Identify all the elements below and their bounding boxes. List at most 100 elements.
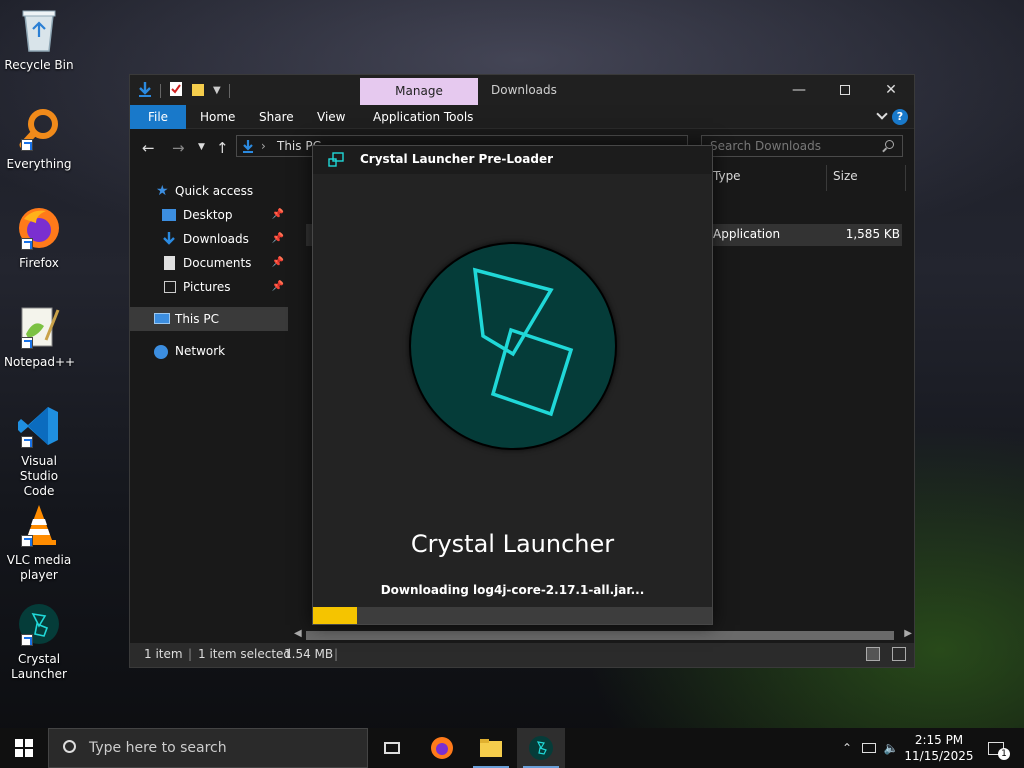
manage-context-tab[interactable]: Manage [360, 78, 478, 105]
pin-icon[interactable]: 📌 [272, 203, 284, 227]
network-tray-icon[interactable] [858, 728, 880, 768]
taskbar-clock[interactable]: 2:15 PM 11/15/2025 [904, 732, 974, 764]
desktop-icon-label: VLC media player [6, 553, 72, 582]
toolbar-divider [160, 83, 161, 98]
network-icon [154, 345, 168, 359]
download-arrow-icon [138, 81, 152, 100]
star-icon: ★ [156, 183, 169, 199]
tab-share[interactable]: Share [259, 105, 294, 129]
tab-view[interactable]: View [317, 105, 345, 129]
status-item-count: 1 item [144, 647, 183, 661]
help-icon[interactable]: ? [892, 109, 908, 125]
desktop-icon-vscode[interactable]: Visual Studio Code [4, 402, 74, 499]
shortcut-arrow-icon [21, 634, 33, 646]
close-button[interactable]: ✕ [868, 75, 914, 105]
column-header-size[interactable]: Size [833, 169, 858, 183]
download-arrow-icon [242, 139, 254, 156]
desktop-icon-label: Recycle Bin [4, 58, 74, 72]
column-header-type[interactable]: Type [713, 169, 741, 183]
explorer-titlebar[interactable]: ▼ Manage Downloads — ✕ [130, 75, 914, 105]
tab-home[interactable]: Home [200, 105, 235, 129]
nav-network[interactable]: Network [130, 339, 288, 363]
crystal-launcher-icon [327, 152, 345, 168]
nav-label: Documents [183, 256, 252, 270]
taskbar-file-explorer[interactable] [467, 728, 515, 768]
firefox-icon [15, 204, 63, 252]
search-icon [63, 740, 76, 753]
desktop-icon-vlc[interactable]: VLC media player [4, 501, 74, 583]
maximize-button[interactable] [822, 75, 868, 105]
preloader-status-text: Downloading log4j-core-2.17.1-all.jar... [380, 583, 645, 597]
desktop-icon-label: Notepad++ [4, 355, 76, 369]
scrollbar-thumb[interactable] [306, 631, 894, 640]
crystal-launcher-icon [15, 600, 63, 648]
desktop-icon-crystal-launcher[interactable]: Crystal Launcher [4, 600, 74, 682]
taskbar-search-input[interactable]: Type here to search [48, 728, 368, 768]
nav-quick-access[interactable]: ★ Quick access [130, 179, 288, 203]
column-divider[interactable] [905, 165, 906, 191]
horizontal-scrollbar[interactable]: ◀ ▶ [292, 628, 914, 642]
task-view-button[interactable] [368, 728, 416, 768]
search-input[interactable]: Search Downloads [701, 135, 903, 157]
shortcut-arrow-icon [21, 139, 33, 151]
file-size: 1,585 KB [845, 227, 900, 241]
pin-icon[interactable]: 📌 [272, 251, 284, 275]
taskbar-crystal-launcher[interactable] [517, 728, 565, 768]
folder-icon [480, 739, 502, 757]
taskbar-firefox[interactable] [418, 728, 466, 768]
vscode-icon [15, 402, 63, 450]
toolbar-divider [228, 83, 230, 98]
windows-logo-icon [15, 739, 33, 757]
preloader-title: Crystal Launcher Pre-Loader [360, 152, 554, 166]
scroll-right-icon[interactable]: ▶ [904, 628, 912, 639]
volume-tray-icon[interactable]: 🔈 [880, 728, 902, 768]
desktop-icon-label: Everything [6, 157, 72, 171]
breadcrumb-chevron-icon[interactable]: › [261, 139, 266, 153]
show-hidden-icons-button[interactable]: ⌃ [836, 728, 858, 768]
nav-documents[interactable]: Documents 📌 [130, 251, 288, 275]
magnifier-icon [15, 105, 63, 153]
pin-icon[interactable]: 📌 [272, 275, 284, 299]
forward-arrow-icon[interactable]: → [172, 139, 185, 157]
preloader-titlebar[interactable]: Crystal Launcher Pre-Loader [313, 146, 712, 174]
desktop-icon-label: Firefox [19, 256, 59, 270]
nav-this-pc[interactable]: This PC [130, 307, 288, 331]
large-icons-view-icon[interactable] [892, 647, 906, 661]
column-divider[interactable] [826, 165, 827, 191]
desktop-icon-recycle-bin[interactable]: Recycle Bin [4, 6, 74, 73]
up-arrow-icon[interactable]: ↑ [216, 139, 229, 157]
preloader-dialog[interactable]: Crystal Launcher Pre-Loader Crystal Laun… [312, 145, 713, 625]
details-view-icon[interactable] [866, 647, 880, 661]
nav-label: This PC [175, 312, 219, 326]
customize-toolbar-chevron-icon[interactable]: ▼ [213, 85, 221, 96]
minimize-button[interactable]: — [776, 75, 822, 105]
nav-desktop[interactable]: Desktop 📌 [130, 203, 288, 227]
scroll-left-icon[interactable]: ◀ [294, 628, 302, 639]
pin-icon[interactable]: 📌 [272, 227, 284, 251]
desktop-icon-notepadpp[interactable]: Notepad++ [4, 303, 76, 370]
nav-label: Desktop [183, 208, 233, 222]
tab-application-tools[interactable]: Application Tools [373, 105, 473, 129]
desktop-icon-firefox[interactable]: Firefox [4, 204, 74, 271]
expand-ribbon-chevron-icon[interactable] [876, 108, 888, 120]
nav-pictures[interactable]: Pictures 📌 [130, 275, 288, 299]
clock-date: 11/15/2025 [904, 749, 974, 763]
window-title: Downloads [491, 83, 557, 97]
desktop-icon-everything[interactable]: Everything [4, 105, 74, 172]
start-button[interactable] [0, 728, 48, 768]
recent-locations-chevron-icon[interactable]: ▼ [198, 142, 205, 152]
download-arrow-icon [162, 231, 176, 245]
ribbon-tabs: File Home Share View Application Tools ? [130, 105, 914, 129]
speaker-muted-icon: 🔈 [883, 741, 899, 755]
firefox-icon [431, 737, 453, 759]
new-folder-icon[interactable] [191, 81, 205, 100]
back-arrow-icon[interactable]: ← [142, 139, 155, 157]
recycle-bin-icon [15, 6, 63, 54]
nav-downloads[interactable]: Downloads 📌 [130, 227, 288, 251]
tab-file[interactable]: File [130, 105, 186, 129]
properties-check-icon[interactable] [169, 81, 183, 100]
action-center-button[interactable]: 1 [978, 728, 1014, 768]
status-bar: 1 item | 1 item selected 1.54 MB | [130, 643, 914, 667]
maximize-icon [840, 85, 850, 95]
nav-label: Network [175, 344, 226, 358]
